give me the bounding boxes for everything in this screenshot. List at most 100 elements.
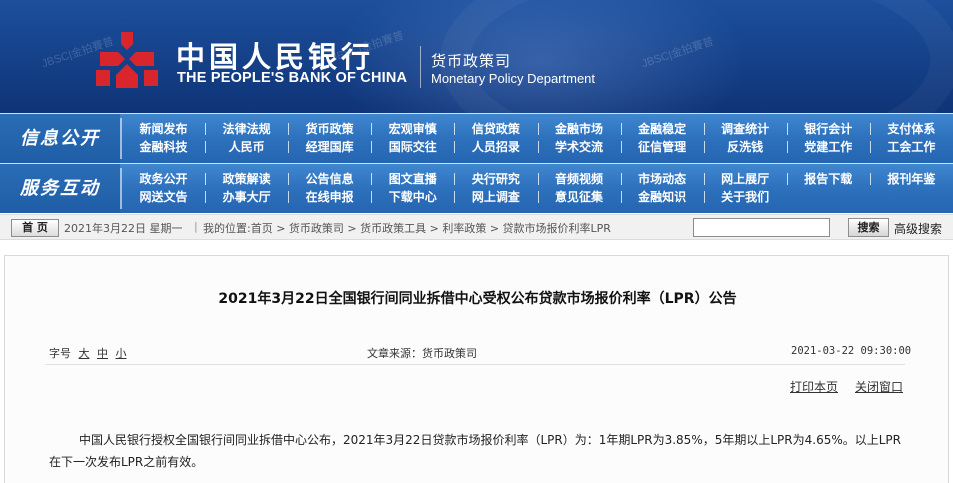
nav-section-title: 信息公开 <box>0 114 120 163</box>
nav-separator <box>703 173 705 185</box>
site-header: JBSC|金拍賽普 JBSC|金拍賽普 JBSC|金拍賽普 中国人民银行 THE… <box>0 0 953 113</box>
pboc-emblem-logo[interactable] <box>92 30 162 92</box>
search-input[interactable] <box>693 218 830 237</box>
nav-separator <box>288 141 290 153</box>
nav-item[interactable]: 支付体系 <box>870 120 953 138</box>
breadcrumb-separator: | <box>194 220 198 233</box>
nav-separator <box>205 141 207 153</box>
nav-separator <box>537 123 539 135</box>
nav-item[interactable]: 征信管理 <box>621 138 704 156</box>
nav-separator <box>620 173 622 185</box>
article-source: 文章来源：货币政策司 <box>367 347 477 360</box>
home-button[interactable]: 首 页 <box>11 219 59 237</box>
nav-item[interactable]: 货币政策 <box>288 120 371 138</box>
current-date: 2021年3月22日 星期一 <box>64 222 183 235</box>
nav-separator <box>869 173 871 185</box>
meta-divider <box>45 364 905 365</box>
nav-separator <box>869 141 871 153</box>
search-button[interactable]: 搜索 <box>848 218 889 237</box>
nav-info-disclosure: 信息公开 新闻发布 法律法规 货币政策 宏观审慎 信贷政策 金融市场 金融稳定 调查统计 银行会… <box>0 114 953 163</box>
print-page-link[interactable]: 打印本页 <box>790 378 838 395</box>
article-container: 2021年3月22日全国银行间同业拆借中心受权公布贷款市场报价利率（LPR）公告… <box>4 255 949 483</box>
nav-separator <box>371 173 373 185</box>
nav-item[interactable]: 公告信息 <box>288 170 371 188</box>
nav-item[interactable]: 办事大厅 <box>205 188 288 206</box>
nav-item[interactable]: 新闻发布 <box>122 120 205 138</box>
nav-item[interactable]: 工会工作 <box>870 138 953 156</box>
nav-separator <box>620 191 622 203</box>
nav-item[interactable]: 报告下载 <box>787 170 870 188</box>
nav-item[interactable]: 国际交往 <box>371 138 454 156</box>
nav-separator <box>703 191 705 203</box>
nav-item[interactable]: 在线申报 <box>288 188 371 206</box>
nav-separator <box>869 123 871 135</box>
nav-item[interactable]: 下载中心 <box>371 188 454 206</box>
nav-grid: 政务公开 政策解读 公告信息 图文直播 央行研究 音频视频 市场动态 网上展厅 报告下载 报刊年鉴… <box>122 170 953 208</box>
header-decoration <box>440 0 953 113</box>
breadcrumb[interactable]: 我的位置:首页 > 货币政策司 > 货币政策工具 > 利率政策 > 贷款市场报价… <box>203 220 611 236</box>
nav-separator <box>288 173 290 185</box>
nav-item[interactable]: 网上展厅 <box>704 170 787 188</box>
nav-item[interactable]: 宏观审慎 <box>371 120 454 138</box>
nav-item[interactable]: 音频视频 <box>538 170 621 188</box>
nav-separator <box>288 123 290 135</box>
nav-separator <box>371 191 373 203</box>
nav-separator <box>786 173 788 185</box>
nav-separator <box>620 141 622 153</box>
nav-grid: 新闻发布 法律法规 货币政策 宏观审慎 信贷政策 金融市场 金融稳定 调查统计 银行会计 支付体系… <box>122 120 953 158</box>
font-large-option[interactable]: 大 <box>79 347 90 360</box>
department-name-cn: 货币政策司 <box>431 52 512 70</box>
nav-separator <box>205 191 207 203</box>
nav-item[interactable]: 金融知识 <box>621 188 704 206</box>
nav-item[interactable]: 报刊年鉴 <box>870 170 953 188</box>
nav-item[interactable]: 网送文告 <box>122 188 205 206</box>
nav-separator <box>703 123 705 135</box>
nav-separator <box>537 191 539 203</box>
nav-item[interactable]: 关于我们 <box>704 188 787 206</box>
nav-separator <box>371 123 373 135</box>
nav-separator <box>786 123 788 135</box>
nav-item[interactable]: 意见征集 <box>538 188 621 206</box>
nav-item[interactable]: 金融稳定 <box>621 120 704 138</box>
font-medium-option[interactable]: 中 <box>97 347 108 360</box>
nav-item[interactable]: 反洗钱 <box>704 138 787 156</box>
nav-item[interactable]: 图文直播 <box>371 170 454 188</box>
header-divider <box>420 46 421 88</box>
nav-item[interactable]: 法律法规 <box>205 120 288 138</box>
nav-separator <box>205 173 207 185</box>
nav-item[interactable]: 市场动态 <box>621 170 704 188</box>
nav-item[interactable]: 银行会计 <box>787 120 870 138</box>
nav-item[interactable]: 党建工作 <box>787 138 870 156</box>
breadcrumb-bar: 首 页 2021年3月22日 星期一 | 我的位置:首页 > 货币政策司 > 货… <box>0 214 953 240</box>
nav-item[interactable]: 金融科技 <box>122 138 205 156</box>
publish-datetime: 2021-03-22 09:30:00 <box>791 345 912 357</box>
nav-separator <box>537 141 539 153</box>
org-name-en: THE PEOPLE'S BANK OF CHINA <box>177 70 408 86</box>
nav-separator <box>537 173 539 185</box>
nav-item[interactable]: 央行研究 <box>454 170 537 188</box>
nav-item[interactable]: 网上调查 <box>454 188 537 206</box>
font-small-option[interactable]: 小 <box>116 347 127 360</box>
nav-separator <box>371 141 373 153</box>
nav-item[interactable]: 学术交流 <box>538 138 621 156</box>
article-body: 中国人民银行授权全国银行间同业拆借中心公布，2021年3月22日贷款市场报价利率… <box>49 433 901 469</box>
nav-item[interactable]: 人员招录 <box>454 138 537 156</box>
font-size-selector: 字号 大 中 小 <box>49 345 127 361</box>
nav-item[interactable]: 政策解读 <box>205 170 288 188</box>
nav-separator <box>454 123 456 135</box>
font-size-label: 字号 <box>49 347 71 360</box>
nav-item[interactable]: 人民币 <box>205 138 288 156</box>
nav-separator <box>620 123 622 135</box>
nav-item[interactable]: 金融市场 <box>538 120 621 138</box>
nav-item[interactable]: 信贷政策 <box>454 120 537 138</box>
nav-separator <box>786 141 788 153</box>
nav-separator <box>288 191 290 203</box>
nav-item[interactable]: 调查统计 <box>704 120 787 138</box>
nav-item[interactable]: 政务公开 <box>122 170 205 188</box>
advanced-search-link[interactable]: 高级搜索 <box>894 220 942 237</box>
close-window-link[interactable]: 关闭窗口 <box>855 378 903 395</box>
nav-separator <box>454 141 456 153</box>
department-name-en: Monetary Policy Department <box>431 71 596 86</box>
nav-item[interactable]: 经理国库 <box>288 138 371 156</box>
page-title: 2021年3月22日全国银行间同业拆借中心受权公布贷款市场报价利率（LPR）公告 <box>218 291 737 307</box>
